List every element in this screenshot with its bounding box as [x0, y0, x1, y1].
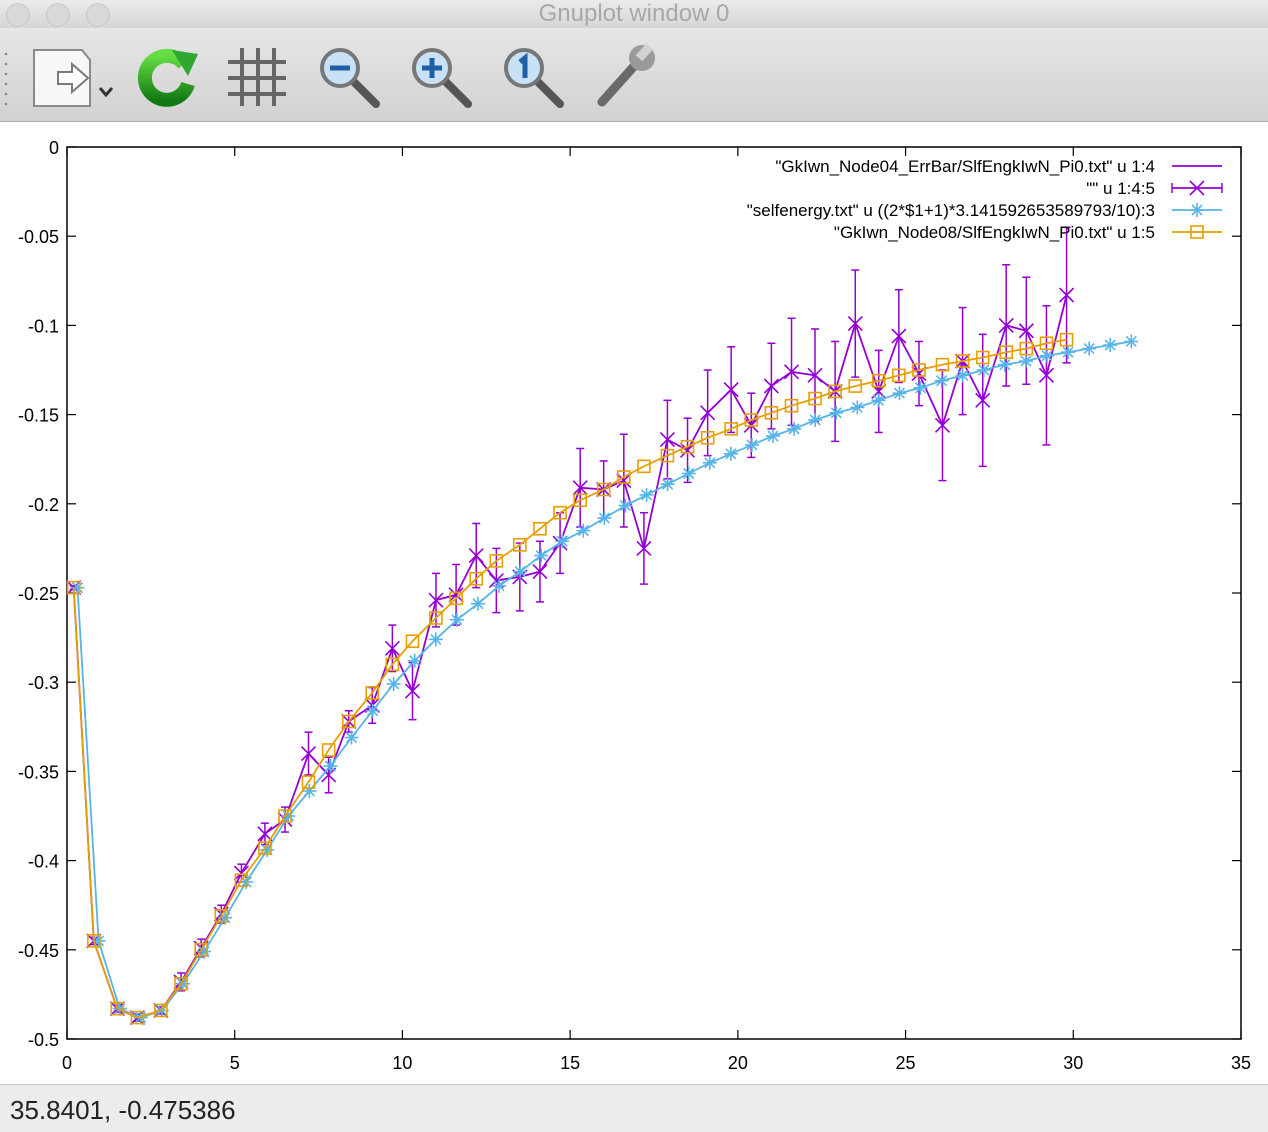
window-title: Gnuplot window 0 — [538, 0, 730, 27]
y-tick-label: -0.25 — [18, 584, 59, 604]
plot-area[interactable]: 0 5 10 15 20 25 30 35 0 -0.05 -0.1 -0.15 -0.2 -0.25 -0… — [0, 122, 1268, 1084]
unzoom-button[interactable] — [498, 42, 568, 112]
x-tick-label: 15 — [560, 1053, 580, 1073]
series-node08 — [66, 332, 1074, 1025]
zoom-in-icon — [412, 48, 472, 108]
export-document-icon — [33, 49, 114, 107]
y-tick-label: -0.4 — [28, 852, 59, 872]
y-tick-label: 0 — [49, 138, 59, 158]
y-tick-label: -0.1 — [28, 316, 59, 336]
y-tick-label: -0.3 — [28, 673, 59, 693]
x-tick-label: 5 — [230, 1053, 240, 1073]
replot-icon — [137, 48, 198, 107]
plot-border — [66, 146, 1242, 1040]
replot-button[interactable] — [132, 42, 202, 112]
legend-label: "GkIwn_Node08/SlfEngkIwN_Pi0.txt" u 1:5 — [834, 223, 1155, 242]
x-tick-label: 20 — [728, 1053, 748, 1073]
zoom-next-button[interactable] — [406, 42, 476, 112]
legend-label: "GkIwn_Node04_ErrBar/SlfEngkIwN_Pi0.txt"… — [775, 157, 1155, 176]
wrench-icon — [597, 43, 655, 107]
toolbar — [0, 28, 1268, 122]
cursor-coordinates: 35.8401, -0.475386 — [10, 1095, 236, 1125]
series-node04-errorbars — [66, 226, 1075, 1026]
zoom-out-icon — [320, 48, 380, 108]
y-tick-label: -0.05 — [18, 227, 59, 247]
x-tick-label: 0 — [62, 1053, 72, 1073]
series-selfenergy — [70, 334, 1139, 1025]
title-bar: Gnuplot window 0 — [0, 0, 1268, 28]
y-tick-label: -0.15 — [18, 406, 59, 426]
x-tick-label: 10 — [392, 1053, 412, 1073]
legend-label: "selfenergy.txt" u ((2*$1+1)*3.141592653… — [747, 201, 1155, 220]
x-tick-label: 30 — [1063, 1053, 1083, 1073]
status-bar: 35.8401, -0.475386 — [0, 1084, 1268, 1132]
y-tick-label: -0.45 — [18, 941, 59, 961]
grid-button[interactable] — [222, 42, 292, 112]
export-button[interactable] — [30, 42, 120, 112]
chart[interactable]: 0 5 10 15 20 25 30 35 0 -0.05 -0.1 -0.15 -0.2 -0.25 -0… — [0, 122, 1268, 1084]
y-tick-label: -0.35 — [18, 762, 59, 782]
grid-icon — [228, 48, 286, 106]
x-tick-label: 35 — [1231, 1053, 1251, 1073]
y-tick-label: -0.2 — [28, 495, 59, 515]
zoom-reset-icon — [504, 48, 564, 108]
legend-label: "" u 1:4:5 — [1086, 179, 1155, 198]
settings-button[interactable] — [590, 42, 660, 112]
y-tick-label: -0.5 — [28, 1030, 59, 1050]
x-tick-label: 25 — [896, 1053, 916, 1073]
zoom-prev-button[interactable] — [314, 42, 384, 112]
toolbar-grip-icon[interactable] — [4, 50, 8, 106]
series-line — [76, 340, 1132, 1019]
